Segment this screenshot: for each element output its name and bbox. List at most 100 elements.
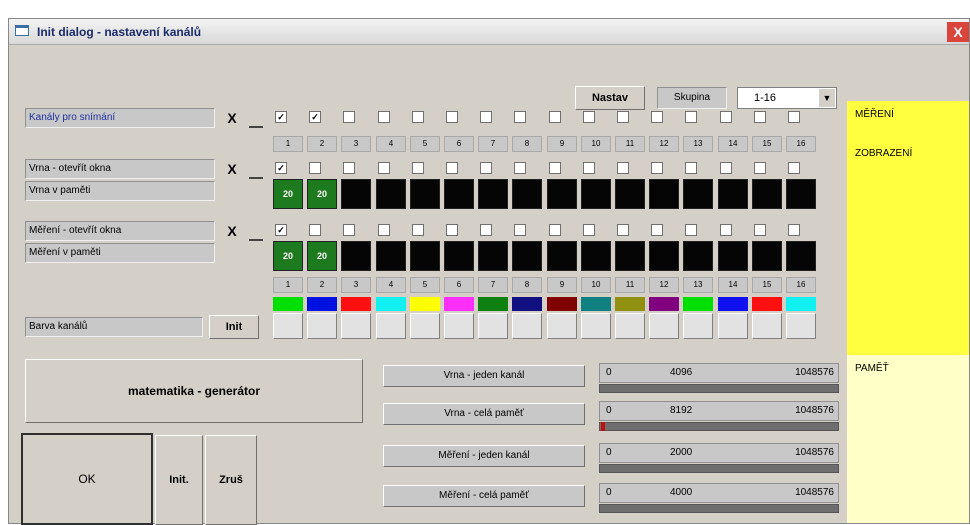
vrna-memory-block-10[interactable] — [581, 179, 611, 209]
memory-track[interactable] — [599, 384, 839, 393]
vrna-open-checkbox-3[interactable] — [343, 162, 355, 174]
mereni-open-checkbox-10[interactable] — [583, 224, 595, 236]
mereni-memory-block-1[interactable]: 20 — [273, 241, 303, 271]
vrna-memory-block-4[interactable] — [376, 179, 406, 209]
kanaly-checkbox-15[interactable] — [754, 111, 766, 123]
channel-color-button-6[interactable] — [444, 313, 474, 339]
channel-color-button-15[interactable] — [752, 313, 782, 339]
vrna-open-checkbox-8[interactable] — [514, 162, 526, 174]
mereni-open-checkbox-5[interactable] — [412, 224, 424, 236]
channel-color-button-11[interactable] — [615, 313, 645, 339]
mereni-open-checkbox-13[interactable] — [685, 224, 697, 236]
memory-thumb[interactable] — [601, 422, 605, 431]
mereni-memory-block-12[interactable] — [649, 241, 679, 271]
vrna-open-checkbox-5[interactable] — [412, 162, 424, 174]
mereni-open-checkbox-15[interactable] — [754, 224, 766, 236]
kanaly-checkbox-9[interactable] — [549, 111, 561, 123]
channel-color-button-5[interactable] — [410, 313, 440, 339]
mereni-open-checkbox-2[interactable] — [309, 224, 321, 236]
mereni-memory-block-7[interactable] — [478, 241, 508, 271]
vrna-memory-block-13[interactable] — [683, 179, 713, 209]
mereni-memory-block-5[interactable] — [410, 241, 440, 271]
channel-color-button-3[interactable] — [341, 313, 371, 339]
memory-slider[interactable]: 0 2000 1048576 — [599, 443, 839, 475]
channel-group-select[interactable]: 1-16 ▼ — [737, 87, 837, 109]
clear-mereni-icon[interactable]: X — [221, 221, 243, 241]
kanaly-checkbox-6[interactable] — [446, 111, 458, 123]
memory-track[interactable] — [599, 464, 839, 473]
channel-color-button-2[interactable] — [307, 313, 337, 339]
channel-color-button-13[interactable] — [683, 313, 713, 339]
mereni-memory-block-4[interactable] — [376, 241, 406, 271]
barva-init-button[interactable]: Init — [209, 315, 259, 339]
vrna-open-checkbox-12[interactable] — [651, 162, 663, 174]
vrna-memory-block-12[interactable] — [649, 179, 679, 209]
kanaly-checkbox-16[interactable] — [788, 111, 800, 123]
mereni-memory-block-15[interactable] — [752, 241, 782, 271]
mereni-memory-block-13[interactable] — [683, 241, 713, 271]
close-button[interactable]: X — [947, 22, 969, 42]
vrna-memory-block-15[interactable] — [752, 179, 782, 209]
channel-color-button-16[interactable] — [786, 313, 816, 339]
kanaly-checkbox-11[interactable] — [617, 111, 629, 123]
mereni-open-checkbox-9[interactable] — [549, 224, 561, 236]
vrna-memory-block-11[interactable] — [615, 179, 645, 209]
mereni-open-checkbox-6[interactable] — [446, 224, 458, 236]
mereni-open-checkbox-16[interactable] — [788, 224, 800, 236]
init-button[interactable]: Init. — [155, 435, 203, 525]
vrna-memory-block-2[interactable]: 20 — [307, 179, 337, 209]
vrna-open-checkbox-1[interactable]: ✓ — [275, 162, 287, 174]
vrna-open-checkbox-15[interactable] — [754, 162, 766, 174]
vrna-open-checkbox-6[interactable] — [446, 162, 458, 174]
mereni-open-checkbox-7[interactable] — [480, 224, 492, 236]
mereni-open-checkbox-4[interactable] — [378, 224, 390, 236]
ok-button[interactable]: OK — [21, 433, 153, 525]
mereni-open-checkbox-1[interactable]: ✓ — [275, 224, 287, 236]
memory-slider[interactable]: 0 8192 1048576 — [599, 401, 839, 433]
vrna-memory-block-7[interactable] — [478, 179, 508, 209]
mereni-memory-block-8[interactable] — [512, 241, 542, 271]
kanaly-checkbox-10[interactable] — [583, 111, 595, 123]
kanaly-checkbox-5[interactable] — [412, 111, 424, 123]
vrna-memory-block-14[interactable] — [718, 179, 748, 209]
kanaly-checkbox-4[interactable] — [378, 111, 390, 123]
vrna-open-checkbox-11[interactable] — [617, 162, 629, 174]
vrna-memory-block-16[interactable] — [786, 179, 816, 209]
vrna-minimize-icon[interactable] — [249, 159, 263, 179]
memory-slider[interactable]: 0 4000 1048576 — [599, 483, 839, 515]
kanaly-checkbox-14[interactable] — [720, 111, 732, 123]
vrna-open-checkbox-16[interactable] — [788, 162, 800, 174]
mereni-open-checkbox-8[interactable] — [514, 224, 526, 236]
kanaly-checkbox-12[interactable] — [651, 111, 663, 123]
nastav-button[interactable]: Nastav — [575, 86, 645, 110]
mereni-memory-block-14[interactable] — [718, 241, 748, 271]
mereni-memory-block-3[interactable] — [341, 241, 371, 271]
mereni-memory-block-6[interactable] — [444, 241, 474, 271]
vrna-open-checkbox-9[interactable] — [549, 162, 561, 174]
clear-vrna-icon[interactable]: X — [221, 159, 243, 179]
kanaly-checkbox-3[interactable] — [343, 111, 355, 123]
kanaly-checkbox-13[interactable] — [685, 111, 697, 123]
kanaly-checkbox-1[interactable]: ✓ — [275, 111, 287, 123]
kanaly-checkbox-2[interactable]: ✓ — [309, 111, 321, 123]
zrus-button[interactable]: Zruš — [205, 435, 257, 525]
mereni-open-checkbox-3[interactable] — [343, 224, 355, 236]
vrna-open-checkbox-4[interactable] — [378, 162, 390, 174]
vrna-memory-block-9[interactable] — [547, 179, 577, 209]
mereni-open-checkbox-14[interactable] — [720, 224, 732, 236]
channel-color-button-1[interactable] — [273, 313, 303, 339]
mereni-memory-block-16[interactable] — [786, 241, 816, 271]
channel-color-button-8[interactable] — [512, 313, 542, 339]
mereni-memory-block-11[interactable] — [615, 241, 645, 271]
matematika-button[interactable]: matematika - generátor — [25, 359, 363, 423]
channel-color-button-4[interactable] — [376, 313, 406, 339]
vrna-open-checkbox-14[interactable] — [720, 162, 732, 174]
memory-track[interactable] — [599, 504, 839, 513]
vrna-memory-block-5[interactable] — [410, 179, 440, 209]
mereni-open-checkbox-12[interactable] — [651, 224, 663, 236]
mereni-open-checkbox-11[interactable] — [617, 224, 629, 236]
vrna-open-checkbox-13[interactable] — [685, 162, 697, 174]
vrna-memory-block-1[interactable]: 20 — [273, 179, 303, 209]
channel-color-button-7[interactable] — [478, 313, 508, 339]
dropdown-arrow-icon[interactable]: ▼ — [819, 89, 835, 107]
